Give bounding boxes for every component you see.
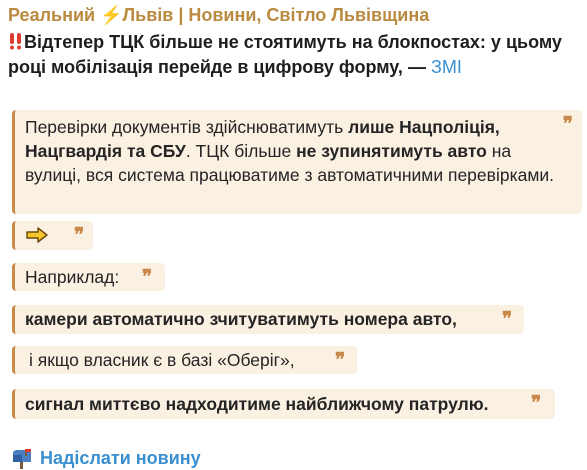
quote-block-1: Перевірки документів здійснюватимуть лиш…	[12, 110, 582, 214]
channel-title[interactable]: Реальний ⚡Львів | Новини, Світло Львівщи…	[8, 5, 429, 26]
quote-text: камери автоматично зчитуватимуть номера …	[25, 309, 457, 329]
quote-mark-icon: ❞	[74, 224, 85, 246]
right-arrow-emoji-icon	[26, 227, 48, 243]
quote-mark-icon: ❞	[502, 308, 513, 330]
quote-block-6: сигнал миттєво надходитиме найближчому п…	[12, 389, 555, 419]
headline: Відтепер ТЦК більше не стоятимуть на бло…	[8, 30, 584, 80]
quote-block-5: і якщо власник є в базі «Оберіг», ❞	[12, 346, 357, 374]
quote-block-3: Наприклад: ❞	[12, 263, 165, 291]
quote-text: Наприклад:	[25, 267, 120, 287]
quote-block-2: ❞	[12, 221, 93, 250]
headline-text: Відтепер ТЦК більше не стоятимуть на бло…	[8, 32, 562, 77]
quote-mark-icon: ❞	[531, 392, 542, 414]
quote-bold-text: не зупинятимуть авто	[296, 141, 487, 161]
quote-mark-icon: ❞	[142, 266, 153, 288]
quote-block-4: камери автоматично зчитуватимуть номера …	[12, 305, 524, 334]
mailbox-icon	[13, 448, 31, 469]
quote-mark-icon: ❞	[562, 113, 573, 135]
quote-text: Перевірки документів здійснюватимуть	[25, 117, 349, 137]
quote-mark-icon: ❞	[335, 349, 346, 371]
submit-news-link[interactable]: Надіслати новину	[10, 448, 201, 469]
double-exclamation-icon	[10, 33, 21, 50]
source-link[interactable]: ЗМІ	[431, 57, 462, 77]
quote-text: сигнал миттєво надходитиме найближчому п…	[25, 394, 489, 414]
quote-text: і якщо власник є в базі «Оберіг»,	[29, 350, 295, 370]
submit-news-label[interactable]: Надіслати новину	[40, 448, 201, 469]
quote-text: . ТЦК більше	[185, 141, 297, 161]
